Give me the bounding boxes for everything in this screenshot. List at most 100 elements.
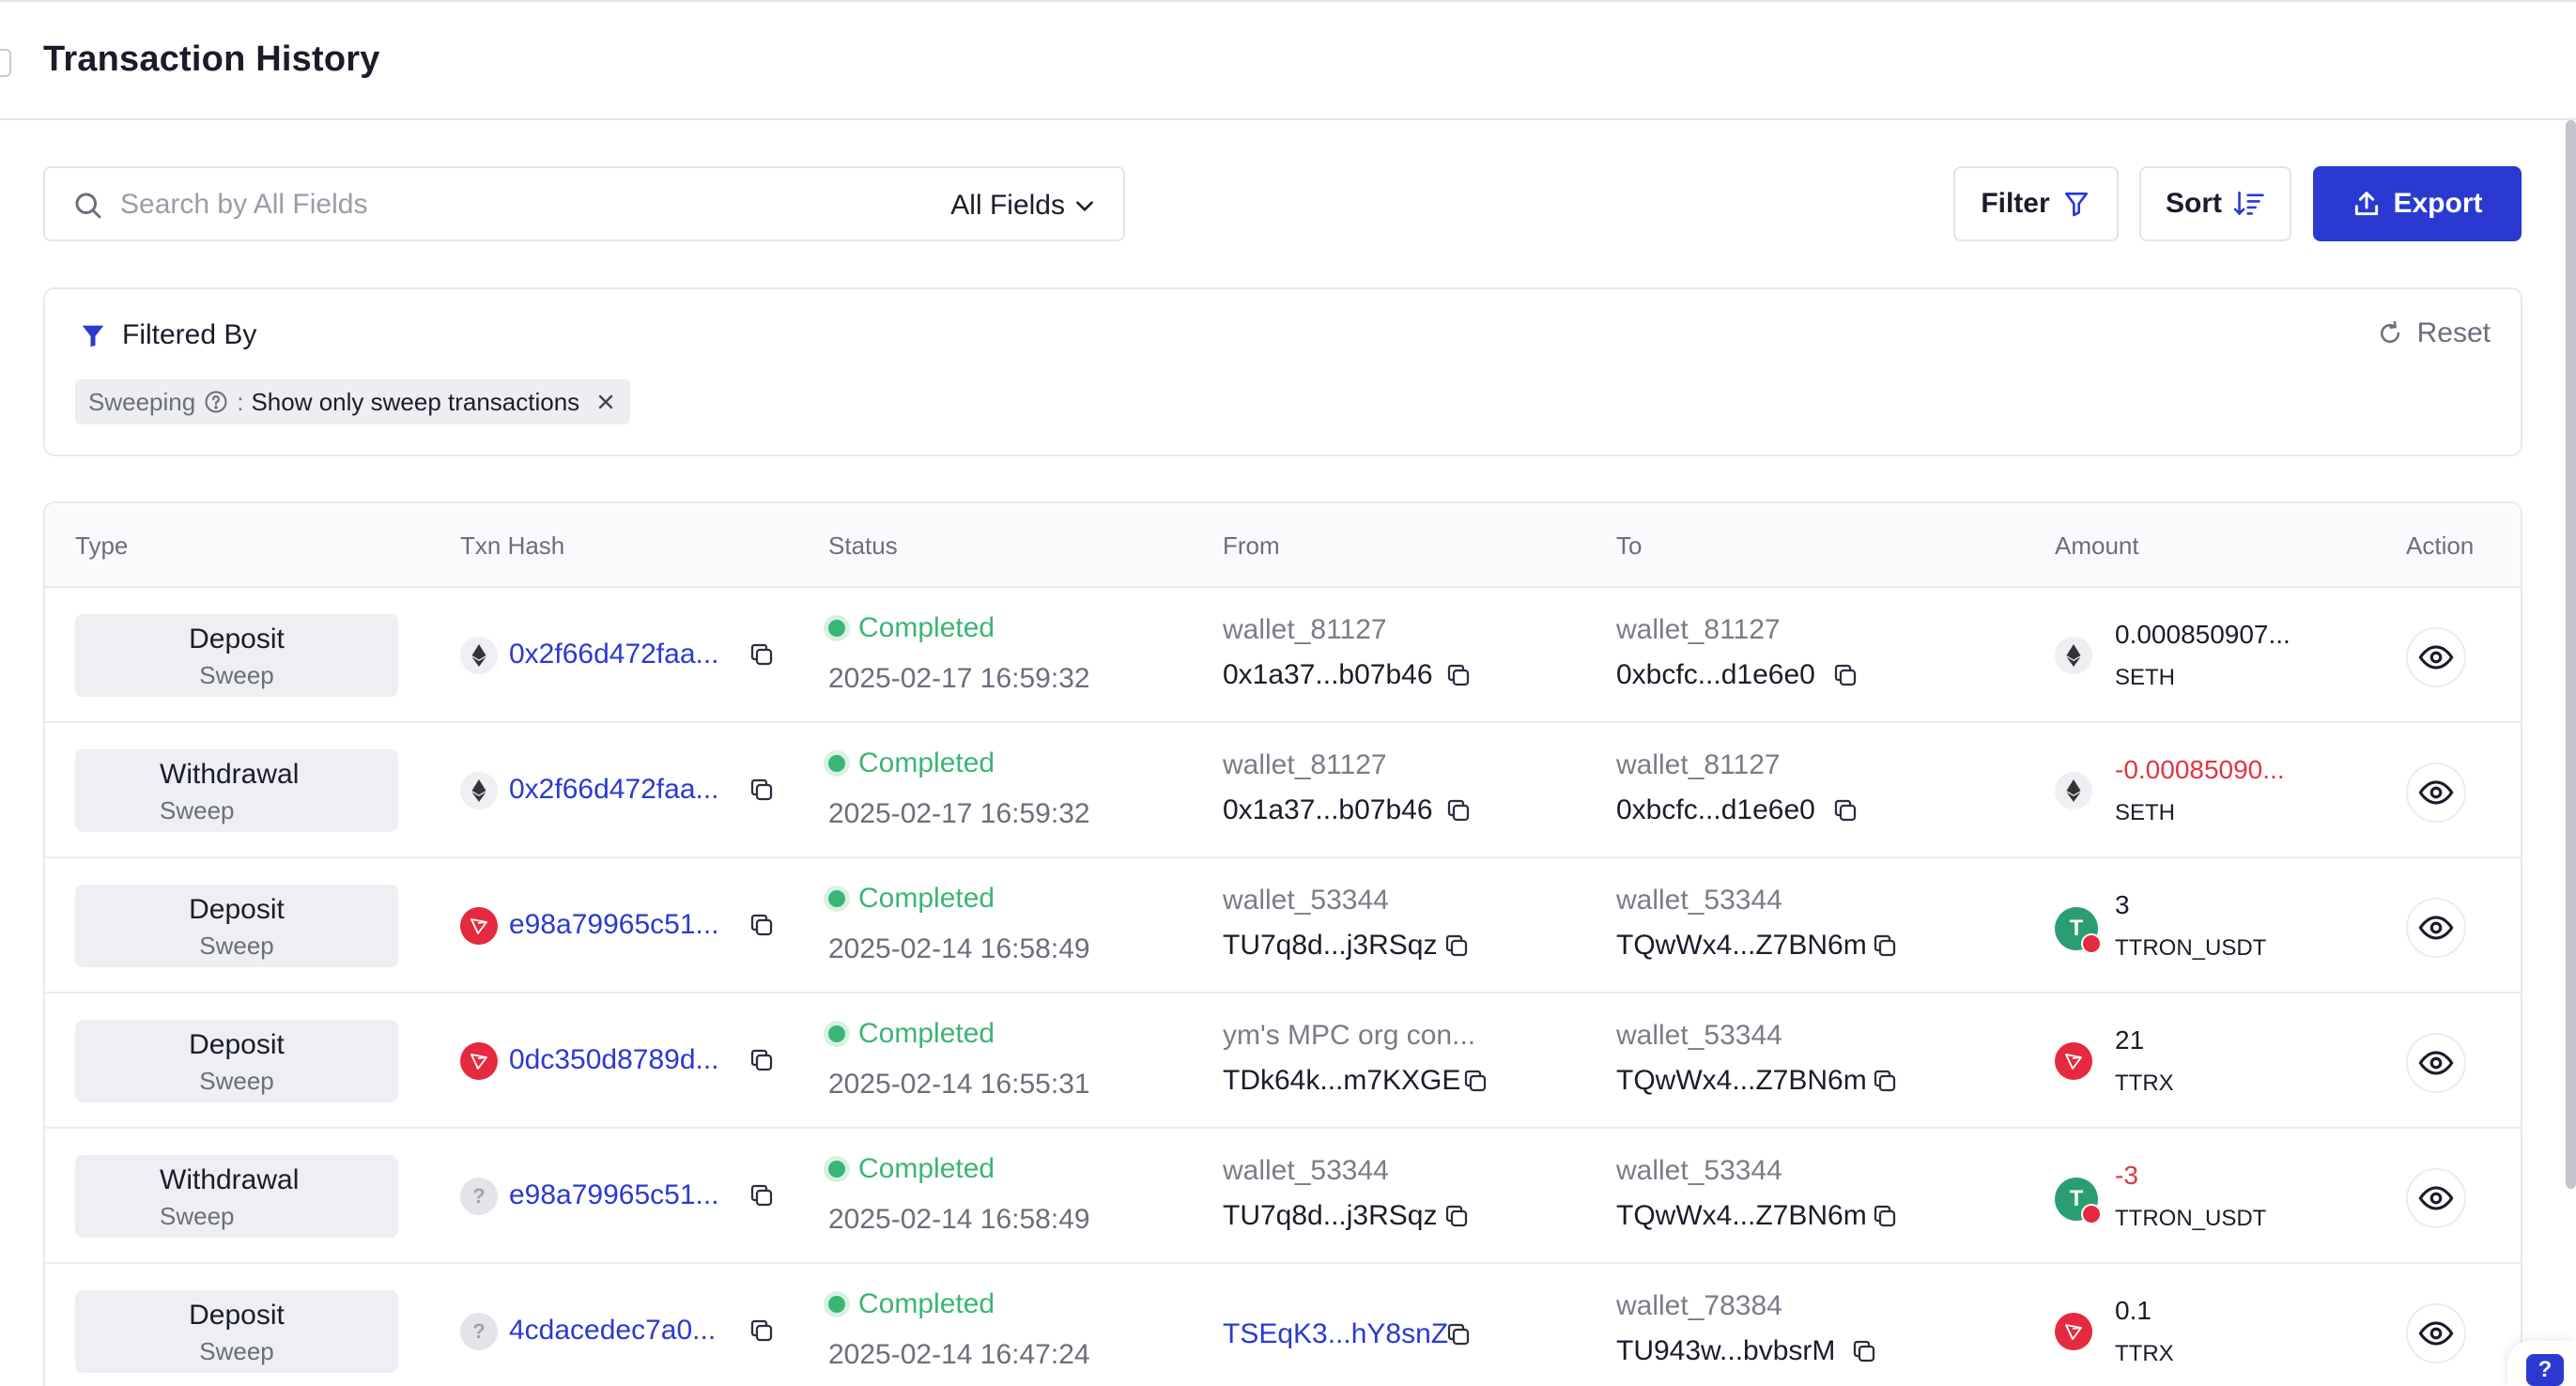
reset-button[interactable]: Reset: [2376, 317, 2491, 349]
to-wallet-name: wallet_81127: [1616, 749, 1781, 780]
filter-chip-sweeping: Sweeping : Show only sweep transactions: [75, 379, 631, 424]
column-header-action: Action: [2406, 531, 2475, 560]
view-details-button[interactable]: [2406, 898, 2466, 958]
page-title: Transaction History: [43, 39, 380, 79]
txn-hash-link[interactable]: e98a79965c51...: [509, 1179, 719, 1211]
timestamp: 2025-02-14 16:58:49: [828, 1204, 1090, 1235]
asset-symbol: TTRX: [2115, 1341, 2174, 1366]
filter-button[interactable]: Filter: [1953, 166, 2119, 241]
asset-symbol: TTRX: [2115, 1070, 2174, 1096]
sort-icon: [2233, 191, 2264, 216]
view-details-button[interactable]: [2406, 1033, 2466, 1093]
view-details-button[interactable]: [2406, 627, 2466, 687]
status-label: Completed: [858, 1288, 995, 1319]
status-label: Completed: [858, 612, 995, 643]
status-dot: [828, 1296, 845, 1313]
copy-icon[interactable]: [748, 776, 776, 804]
copy-icon[interactable]: [1831, 661, 1859, 689]
chip-value: Show only sweep transactions: [251, 387, 580, 416]
status-dot: [828, 890, 845, 907]
status-label: Completed: [858, 1153, 995, 1184]
status-badge: Completed: [828, 1288, 995, 1320]
to-wallet-name: wallet_53344: [1616, 1020, 1782, 1051]
sort-button-label: Sort: [2166, 188, 2222, 219]
txn-hash-link[interactable]: 0x2f66d472faa...: [509, 774, 719, 806]
sort-button[interactable]: Sort: [2139, 166, 2291, 241]
asset-icon: T: [2055, 1178, 2102, 1224]
eye-icon: [2418, 1045, 2454, 1081]
copy-icon[interactable]: [1442, 1202, 1471, 1230]
table-row: Withdrawal Sweep? e98a79965c51... Completed…: [45, 1131, 2521, 1264]
top-bar: Transaction History: [0, 0, 2576, 120]
search-icon: [75, 192, 101, 219]
copy-icon[interactable]: [748, 1181, 776, 1209]
to-wallet-name: wallet_78384: [1616, 1290, 1782, 1321]
close-icon[interactable]: [594, 391, 617, 413]
export-button[interactable]: Export: [2313, 166, 2522, 241]
from-address: TU7q8d...j3RSqz: [1223, 1200, 1438, 1231]
view-details-button[interactable]: [2406, 1168, 2466, 1228]
view-details-button[interactable]: [2406, 762, 2466, 823]
txn-hash-link[interactable]: e98a79965c51...: [509, 909, 719, 941]
network-icon: [460, 772, 498, 809]
asset-symbol: TTRON_USDT: [2115, 935, 2267, 961]
help-widget[interactable]: ?: [2507, 1341, 2576, 1386]
txn-hash-link[interactable]: 0dc350d8789d...: [509, 1044, 719, 1076]
export-button-label: Export: [2393, 188, 2483, 219]
copy-icon[interactable]: [1444, 796, 1473, 824]
type-sub-label: Sweep: [199, 1067, 274, 1095]
copy-icon[interactable]: [1871, 1202, 1899, 1230]
eye-icon: [2418, 1316, 2454, 1351]
txn-hash-link[interactable]: 0x2f66d472faa...: [509, 639, 719, 670]
copy-icon[interactable]: [748, 1046, 776, 1074]
copy-icon[interactable]: [1442, 932, 1471, 960]
asset-icon: [2055, 772, 2092, 809]
view-details-button[interactable]: [2406, 1303, 2466, 1363]
timestamp: 2025-02-17 16:59:32: [828, 798, 1090, 829]
help-icon[interactable]: [203, 389, 229, 415]
from-wallet-name: ym's MPC org con...: [1223, 1020, 1476, 1051]
asset-icon: [2055, 1313, 2092, 1350]
txn-hash-link[interactable]: 4cdacedec7a0...: [509, 1315, 716, 1347]
amount-value: 0.1: [2115, 1296, 2152, 1325]
search-input[interactable]: [120, 181, 928, 228]
status-badge: Completed: [828, 1018, 995, 1050]
table-row: Deposit Sweep 0dc350d8789d... Completed 2025…: [45, 995, 2521, 1129]
copy-icon[interactable]: [1461, 1067, 1489, 1095]
copy-icon[interactable]: [748, 640, 776, 669]
amount-value: -3: [2115, 1161, 2138, 1190]
asset-icon: [2055, 637, 2092, 674]
tron-badge-icon: [2081, 1204, 2102, 1224]
table-row: Deposit Sweep? 4cdacedec7a0... Completed 202…: [45, 1266, 2521, 1386]
search-field-select[interactable]: All Fields: [950, 187, 1097, 224]
collapse-sidebar-handle[interactable]: [0, 49, 11, 77]
filter-button-label: Filter: [1981, 188, 2050, 219]
copy-icon[interactable]: [1871, 1067, 1899, 1095]
to-wallet-name: wallet_53344: [1616, 885, 1782, 916]
copy-icon[interactable]: [748, 911, 776, 939]
from-address: TU7q8d...j3RSqz: [1223, 930, 1438, 961]
to-wallet-name: wallet_53344: [1616, 1155, 1782, 1186]
status-dot: [828, 1025, 845, 1042]
tron-badge-icon: [2081, 933, 2102, 954]
status-label: Completed: [858, 1018, 995, 1049]
copy-icon[interactable]: [1444, 1320, 1473, 1348]
copy-icon[interactable]: [748, 1317, 776, 1345]
from-wallet-name: wallet_81127: [1223, 749, 1387, 780]
from-address: 0x1a37...b07b46: [1223, 794, 1433, 825]
eye-icon: [2418, 1180, 2454, 1216]
search-box[interactable]: All Fields: [43, 166, 1125, 241]
copy-icon[interactable]: [1871, 932, 1899, 960]
table-row: Deposit Sweep e98a79965c51... Completed 2025…: [45, 860, 2521, 993]
page-scrollbar[interactable]: [2566, 120, 2576, 1189]
chevron-down-icon: [1076, 201, 1093, 211]
copy-icon[interactable]: [1444, 661, 1473, 689]
asset-symbol: TTRON_USDT: [2115, 1206, 2267, 1231]
type-label: Deposit: [189, 1029, 285, 1060]
from-address-link[interactable]: TSEqK3...hY8snZ: [1223, 1318, 1448, 1350]
amount-value: 21: [2115, 1025, 2145, 1055]
eye-icon: [2418, 775, 2454, 810]
timestamp: 2025-02-14 16:47:24: [828, 1339, 1090, 1370]
copy-icon[interactable]: [1831, 796, 1859, 824]
copy-icon[interactable]: [1850, 1337, 1878, 1365]
